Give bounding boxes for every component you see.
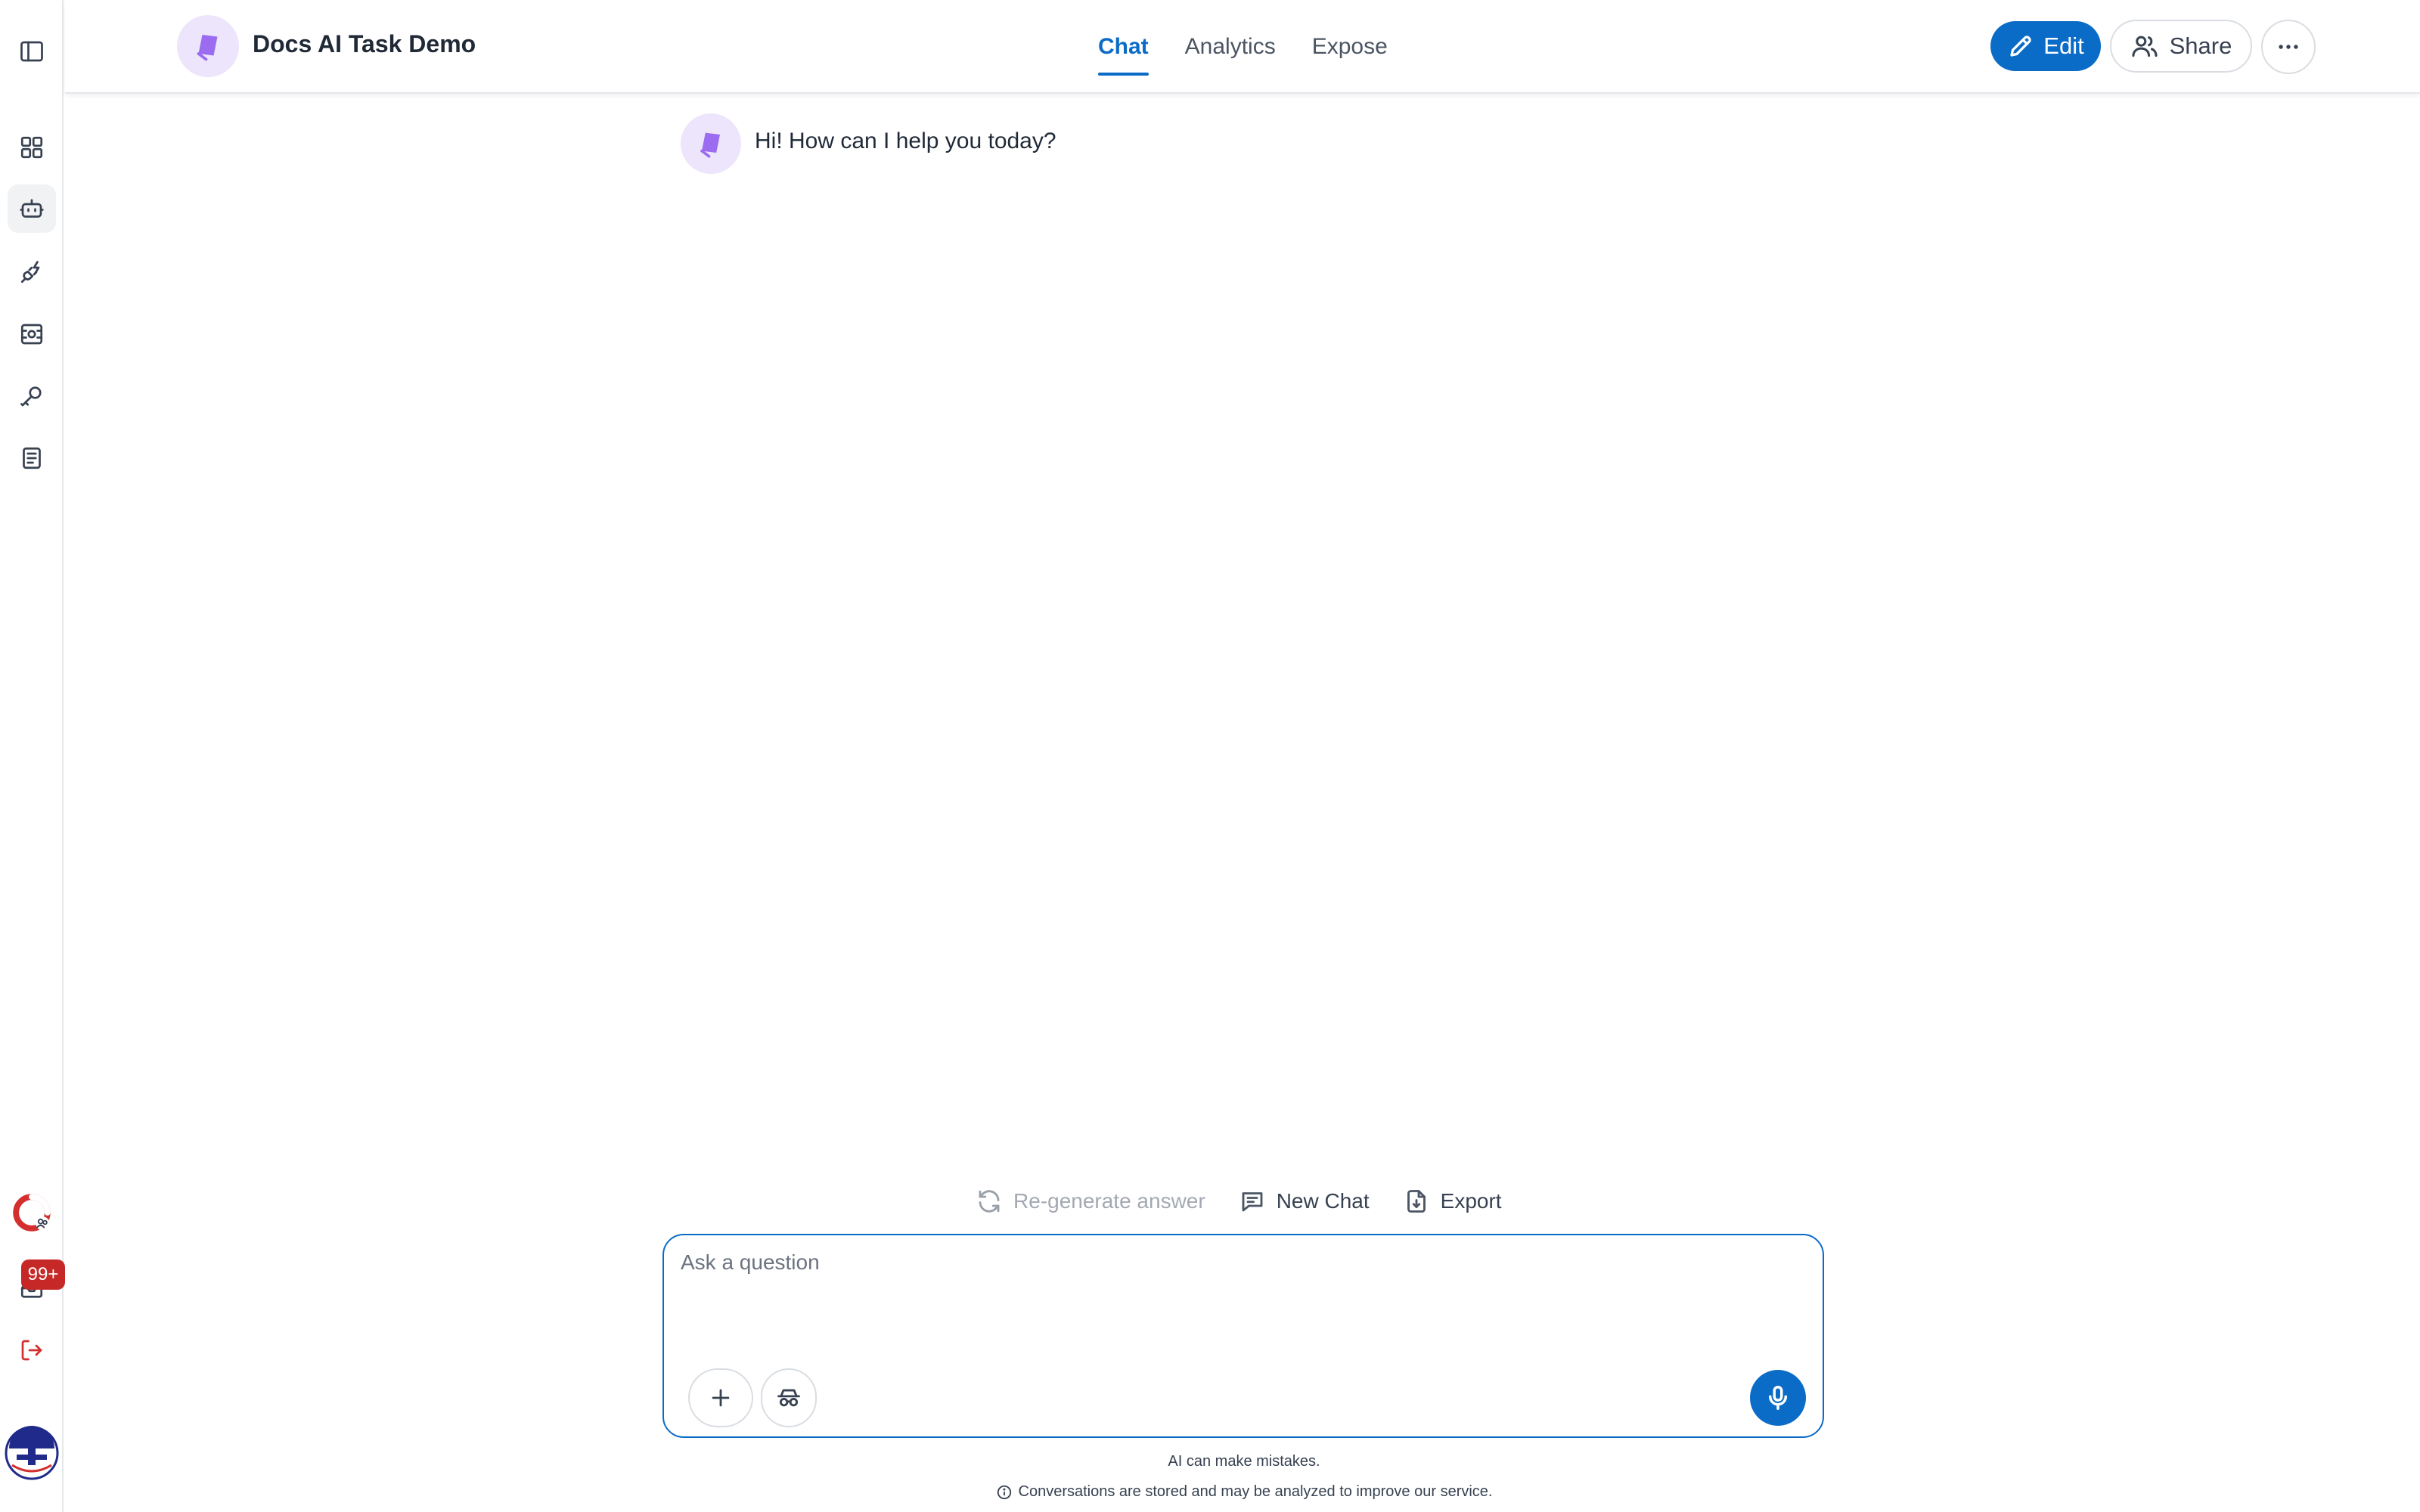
storage-disclaimer: Conversations are stored and may be anal… (0, 1483, 2420, 1501)
sidebar-item-docs[interactable] (8, 434, 56, 482)
info-icon (997, 1485, 1011, 1499)
bot-icon (20, 199, 44, 218)
sidebar-toggle-button[interactable] (8, 27, 56, 76)
support-lifebuoy-icon (13, 1194, 51, 1232)
chat-bubble-icon (1242, 1192, 1263, 1212)
pencil-icon (2010, 36, 2032, 57)
sidebar-item-integrations[interactable] (8, 248, 56, 296)
question-input[interactable] (681, 1250, 1800, 1356)
assistant-logo-icon (700, 132, 720, 158)
sidebar-item-keys[interactable] (8, 372, 56, 420)
logout-icon (21, 1340, 42, 1361)
plug-icon (20, 261, 40, 284)
share-button-label: Share (2169, 33, 2232, 59)
app-logo-icon (197, 35, 218, 61)
incognito-button[interactable] (761, 1368, 817, 1427)
export-button[interactable]: Export (1403, 1188, 1502, 1215)
sidebar-item-scanner[interactable] (8, 310, 56, 358)
storage-disclaimer-text: Conversations are stored and may be anal… (1018, 1483, 1493, 1500)
regenerate-button[interactable]: Re-generate answer (976, 1188, 1205, 1215)
key-icon (20, 386, 42, 407)
mistakes-disclaimer: AI can make mistakes. (1168, 1453, 1320, 1470)
tab-bar: Chat Analytics Expose (1080, 0, 1406, 94)
export-label: Export (1440, 1189, 1502, 1213)
tab-expose[interactable]: Expose (1294, 0, 1406, 94)
plus-icon (712, 1389, 730, 1407)
assistant-avatar (681, 113, 741, 174)
more-options-button[interactable] (2261, 20, 2316, 74)
microphone-button[interactable] (1750, 1370, 1806, 1426)
sidebar-item-bots[interactable] (8, 184, 56, 233)
new-chat-label: New Chat (1276, 1189, 1370, 1213)
users-icon (2132, 36, 2158, 57)
ellipsis-icon (2279, 45, 2298, 49)
microphone-icon (1768, 1386, 1788, 1410)
inbox-badge: 99+ (21, 1259, 65, 1290)
file-download-icon (1407, 1190, 1426, 1213)
dashboard-grid-icon (20, 136, 43, 159)
regenerate-label: Re-generate answer (1013, 1189, 1205, 1213)
chat-actions: Re-generate answer New Chat Export (976, 1184, 1502, 1219)
edit-button[interactable]: Edit (1990, 21, 2101, 71)
assistant-message: Hi! How can I help you today? (755, 129, 1056, 153)
document-list-icon (23, 447, 41, 469)
app-title: Docs AI Task Demo (253, 30, 476, 57)
new-chat-button[interactable]: New Chat (1239, 1188, 1370, 1215)
tab-analytics[interactable]: Analytics (1167, 0, 1294, 94)
incognito-icon (777, 1389, 800, 1407)
sidebar-toggle-icon (20, 41, 43, 62)
share-button[interactable]: Share (2110, 20, 2252, 73)
sidebar-item-dashboard[interactable] (8, 123, 56, 172)
attach-button[interactable] (688, 1368, 753, 1427)
top-header: Docs AI Task Demo Chat Analytics Expose … (65, 0, 2420, 94)
sidebar-item-support[interactable] (8, 1188, 56, 1237)
left-rail: 99+ (0, 0, 65, 1512)
tab-chat[interactable]: Chat (1080, 0, 1167, 94)
chat-composer (662, 1234, 1824, 1438)
sidebar-item-logout[interactable] (8, 1326, 56, 1374)
scan-icon (20, 324, 43, 345)
app-avatar (177, 15, 239, 77)
refresh-icon (979, 1190, 1000, 1213)
edit-button-label: Edit (2043, 33, 2084, 59)
